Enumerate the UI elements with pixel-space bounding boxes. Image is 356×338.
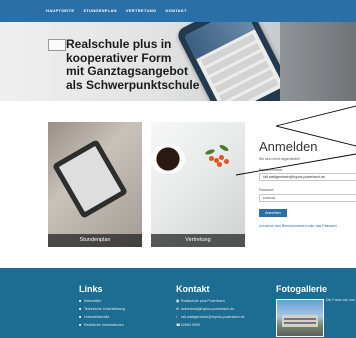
- hero-line: als Schwerpunktschule: [66, 77, 200, 92]
- hero-title: Realschule plus in kooperativer Form mit…: [66, 37, 200, 92]
- gallery-caption: Die Fotos von uns: [326, 298, 355, 302]
- footer-link-text: Rechtliche Informationen: [84, 323, 124, 327]
- berry-shape: [219, 155, 224, 160]
- login-status: Sie sind nicht angemeldet!: [259, 157, 301, 161]
- berry-shape: [224, 159, 229, 164]
- bullet-icon: ■: [79, 307, 82, 311]
- berry-shape: [217, 162, 222, 167]
- username-label: Benutzername:: [259, 168, 283, 172]
- footer-link-legal[interactable]: ■ Rechtliche Informationen: [79, 323, 124, 327]
- email-icon: ✉: [176, 307, 180, 311]
- tablet-image: [51, 139, 129, 219]
- leaf-shape: [218, 143, 230, 153]
- bullet-icon: ■: [79, 299, 82, 303]
- footer-link-text: Technische Unterstützung: [83, 307, 126, 311]
- footer-gallery-title: Fotogallerie: [276, 284, 328, 294]
- leaf-shape: [204, 148, 216, 156]
- contact-text: 02684 9593: [181, 323, 200, 327]
- footer-link-unterstuetzer[interactable]: ■ Unterstützerbild: [79, 315, 109, 319]
- forgot-password-link[interactable]: Ich kenne den Benutzernamen oder das Pas…: [259, 224, 337, 228]
- footer-link-support[interactable]: ■ Technische Unterstützung: [79, 307, 125, 311]
- nav-item-stundenplan[interactable]: STUNDENPLAN: [83, 8, 117, 13]
- username-input[interactable]: [259, 173, 356, 181]
- card-vertretung[interactable]: Vertretung: [151, 122, 245, 247]
- login-title: Anmelden: [259, 139, 318, 154]
- phone-icon: ☎: [176, 323, 181, 327]
- tablet-screen: [58, 145, 122, 213]
- nav-links: HAUPTSEITE STUNDENPLAN VERTRETUNG KONTAK…: [46, 8, 187, 13]
- footer-contact-title: Kontakt: [176, 284, 210, 294]
- login-button[interactable]: Anmelden: [259, 209, 287, 217]
- nav-item-kontakt[interactable]: KONTAKT: [165, 8, 186, 13]
- hero-photo-side: [280, 22, 356, 101]
- card-label: Vertretung: [151, 234, 245, 247]
- nav-item-hauptseite[interactable]: HAUPTSEITE: [46, 8, 74, 13]
- window-row: [284, 318, 316, 320]
- coffee-cup-image: [151, 144, 185, 174]
- nav-item-vertretung[interactable]: VERTRETUNG: [126, 8, 157, 13]
- contact-phone[interactable]: ☎ 02684 9593: [176, 323, 200, 327]
- top-navigation: HAUPTSEITE STUNDENPLAN VERTRETUNG KONTAK…: [0, 0, 356, 22]
- school-logo-image: [48, 39, 66, 51]
- contact-text: sekretariat@rsplus-puderbach.de: [181, 307, 235, 311]
- password-label: Passwort:: [259, 188, 275, 192]
- contact-text: Realschule plus Puderbach: [181, 299, 225, 303]
- bullet-icon: ■: [79, 323, 82, 327]
- bullet-icon: ■: [79, 315, 82, 319]
- footer-link-text: Unterstützerbild: [84, 315, 110, 319]
- hero-line: mit Ganztagsangebot: [66, 64, 189, 78]
- password-input[interactable]: [259, 194, 356, 202]
- window-row: [284, 322, 316, 324]
- contact-text: ralf.waldgenbach@rsplus-puderbach.de: [181, 315, 245, 319]
- hero-banner: Realschule plus in kooperativer Form mit…: [0, 22, 356, 101]
- building-shape: [282, 315, 318, 327]
- footer-links-title: Links: [79, 284, 103, 294]
- contact-school: ▣ Realschule plus Puderbach: [176, 299, 225, 303]
- info-icon: i: [176, 315, 177, 319]
- hero-line: kooperativer Form: [66, 50, 172, 65]
- card-stundenplan[interactable]: Stundenplan: [48, 122, 142, 247]
- footer-link-webmailer[interactable]: ■ Webmailer: [79, 299, 101, 303]
- footer-link-text: Webmailer: [84, 299, 102, 303]
- contact-email-admin[interactable]: i ralf.waldgenbach@rsplus-puderbach.de: [176, 315, 245, 319]
- berries-image: [201, 143, 237, 172]
- gallery-image[interactable]: [276, 299, 324, 337]
- building-icon: ▣: [176, 299, 180, 303]
- contact-email[interactable]: ✉ sekretariat@rsplus-puderbach.de: [176, 307, 234, 311]
- card-label: Stundenplan: [48, 234, 142, 247]
